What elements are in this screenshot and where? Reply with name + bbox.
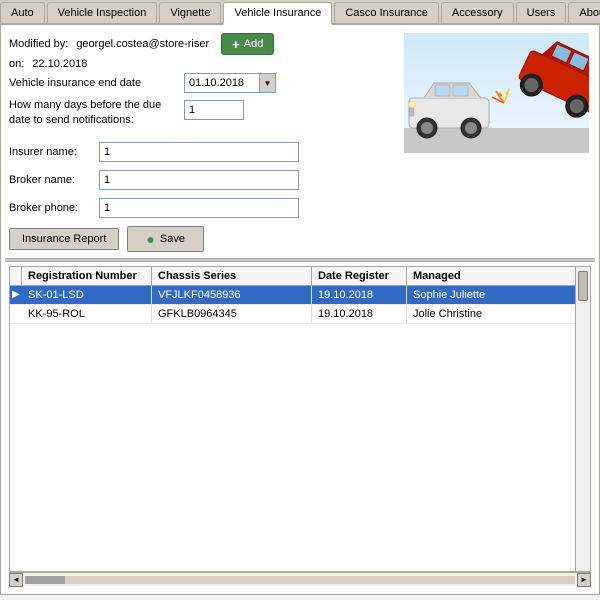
insurance-end-date-input[interactable] (184, 73, 260, 93)
insurance-end-date-label: Vehicle insurance end date (9, 77, 184, 89)
td-chassis: VFJLKF0458936 (152, 286, 312, 304)
th-registration-number: Registration Number (22, 267, 152, 285)
save-icon: ● (146, 231, 154, 247)
tab-bar: Auto Vehicle Inspection Vignette Vehicle… (0, 0, 600, 25)
tab-auto[interactable]: Auto (0, 2, 45, 23)
form-left: Modified by: georgel.costea@store-riser … (9, 33, 391, 252)
tab-vignette[interactable]: Vignette (159, 2, 221, 23)
buttons-row: Insurance Report ● Save (9, 226, 391, 252)
modified-by-value: georgel.costea@store-riser (76, 38, 209, 50)
tab-about[interactable]: About (568, 2, 600, 23)
td-managed: Jolie Christine (407, 305, 590, 323)
scrollbar-thumb[interactable] (578, 271, 588, 301)
tab-accessory[interactable]: Accessory (441, 2, 514, 23)
add-button-label: Add (244, 38, 264, 50)
broker-name-input[interactable] (99, 170, 299, 190)
th-chassis-series: Chassis Series (152, 267, 312, 285)
insurer-name-label: Insurer name: (9, 146, 99, 158)
days-notification-row: How many days before the duedate to send… (9, 98, 391, 129)
insurance-end-date-row: Vehicle insurance end date ▼ (9, 73, 391, 93)
car-collision-image (404, 33, 589, 153)
main-content: Modified by: georgel.costea@store-riser … (0, 25, 600, 595)
th-managed: Managed (407, 267, 576, 285)
save-button-label: Save (160, 233, 185, 245)
add-icon: + (232, 37, 240, 52)
broker-phone-input[interactable] (99, 198, 299, 218)
data-table: Registration Number Chassis Series Date … (9, 266, 591, 572)
days-notification-label: How many days before the duedate to send… (9, 98, 184, 129)
tab-vehicle-inspection[interactable]: Vehicle Inspection (47, 2, 158, 23)
broker-name-label: Broker name: (9, 174, 99, 186)
car-image-area (401, 33, 591, 252)
td-registration: SK-01-LSD (22, 286, 152, 304)
section-separator (5, 258, 595, 262)
scroll-thumb[interactable] (25, 576, 65, 584)
tab-users[interactable]: Users (516, 2, 567, 23)
save-button[interactable]: ● Save (127, 226, 204, 252)
modified-by-label: Modified by: (9, 38, 68, 50)
td-registration: KK-95-ROL (22, 305, 152, 323)
on-date-value: 22.10.2018 (32, 58, 87, 70)
insurance-end-date-wrapper: ▼ (184, 73, 276, 93)
on-label: on: (9, 58, 24, 70)
table-body: ▶ SK-01-LSD VFJLKF0458936 19.10.2018 Sop… (10, 286, 590, 571)
row-indicator: ▶ (10, 289, 22, 300)
scroll-track[interactable] (25, 576, 575, 584)
insurer-name-input[interactable] (99, 142, 299, 162)
table-row[interactable]: KK-95-ROL GFKLB0964345 19.10.2018 Jolie … (10, 305, 590, 324)
th-date-register: Date Register (312, 267, 407, 285)
horizontal-scrollbar[interactable]: ◄ ► (9, 572, 591, 586)
tab-vehicle-insurance[interactable]: Vehicle Insurance (223, 2, 332, 25)
scroll-left-button[interactable]: ◄ (9, 573, 23, 587)
insurer-name-row: Insurer name: (9, 142, 391, 162)
insurance-report-button[interactable]: Insurance Report (9, 228, 119, 250)
broker-phone-label: Broker phone: (9, 202, 99, 214)
broker-phone-row: Broker phone: (9, 198, 391, 218)
vertical-scrollbar[interactable] (575, 267, 590, 571)
tab-casco-insurance[interactable]: Casco Insurance (334, 2, 439, 23)
table-header: Registration Number Chassis Series Date … (10, 267, 590, 286)
scroll-right-button[interactable]: ► (577, 573, 591, 587)
car-collision-svg (404, 33, 589, 153)
modified-by-row: Modified by: georgel.costea@store-riser … (9, 33, 391, 55)
td-date: 19.10.2018 (312, 286, 407, 304)
table-row[interactable]: ▶ SK-01-LSD VFJLKF0458936 19.10.2018 Sop… (10, 286, 590, 305)
td-managed: Sophie Juliette (407, 286, 590, 304)
broker-name-row: Broker name: (9, 170, 391, 190)
td-date: 19.10.2018 (312, 305, 407, 323)
td-chassis: GFKLB0964345 (152, 305, 312, 323)
on-date-row: on: 22.10.2018 (9, 58, 391, 70)
days-notification-input[interactable] (184, 100, 244, 120)
date-dropdown-button[interactable]: ▼ (260, 73, 276, 93)
form-area: Modified by: georgel.costea@store-riser … (9, 33, 591, 252)
add-button[interactable]: + Add (221, 33, 274, 55)
